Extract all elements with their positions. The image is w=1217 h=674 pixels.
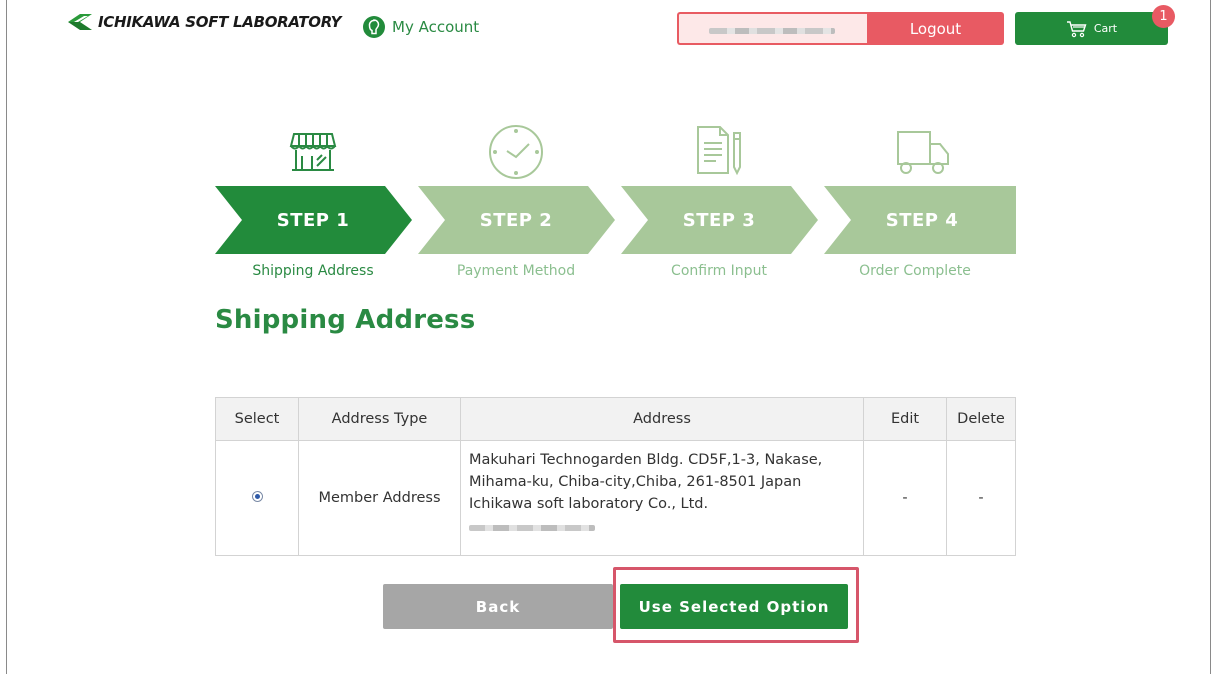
truck-icon (886, 120, 958, 184)
step-3-title: STEP 3 (682, 210, 756, 231)
logout-button[interactable]: Logout (867, 12, 1004, 45)
clock-icon (480, 120, 552, 184)
address-line-1: Makuhari Technogarden Bldg. CD5F,1-3, Na… (469, 452, 823, 468)
back-button[interactable]: Back (383, 584, 613, 629)
my-account-label: My Account (392, 18, 480, 36)
address-line-3: Ichikawa soft laboratory Co., Ltd. (469, 496, 709, 512)
account-icon (363, 16, 385, 38)
col-header-edit: Edit (863, 397, 947, 441)
blurred-phone (469, 525, 595, 531)
cart-icon (1066, 20, 1087, 37)
col-header-delete: Delete (946, 397, 1016, 441)
address-table: Select Address Type Address Edit Delete … (215, 397, 1016, 556)
step-3-label: Confirm Input (671, 263, 767, 279)
page-frame (6, 0, 1211, 674)
blurred-user-name (709, 28, 835, 34)
document-pen-icon (683, 120, 755, 184)
table-row: Member Address Makuhari Technogarden Bld… (215, 440, 1016, 556)
edit-cell: - (863, 440, 947, 556)
col-header-select: Select (215, 397, 299, 441)
step-4-title: STEP 4 (885, 210, 959, 231)
step-4-label: Order Complete (859, 263, 971, 279)
cart-label: Cart (1093, 22, 1118, 35)
storefront-icon (277, 120, 349, 184)
cart-count-badge: 1 (1152, 5, 1175, 28)
select-cell (215, 440, 299, 556)
step-2-label: Payment Method (456, 263, 576, 279)
table-header-row: Select Address Type Address Edit Delete (215, 397, 1016, 441)
logo-icon (68, 14, 92, 30)
my-account-link[interactable]: My Account (362, 15, 479, 39)
delete-cell: - (946, 440, 1016, 556)
brand-logo[interactable]: ICHIKAWA SOFT LABORATORY (66, 12, 341, 32)
address-cell: Makuhari Technogarden Bldg. CD5F,1-3, Na… (460, 440, 864, 556)
address-line-2: Mihama-ku, Chiba-city,Chiba, 261-8501 Ja… (469, 474, 802, 490)
step-2-title: STEP 2 (479, 210, 553, 231)
col-header-address: Address (460, 397, 864, 441)
step-1-label: Shipping Address (252, 263, 374, 279)
address-type-cell: Member Address (298, 440, 461, 556)
user-name-display (677, 12, 867, 45)
address-radio-button[interactable] (251, 491, 263, 502)
use-selected-option-button[interactable]: Use Selected Option (620, 584, 848, 629)
col-header-address-type: Address Type (298, 397, 461, 441)
page-title: Shipping Address (215, 305, 476, 335)
step-1-title: STEP 1 (276, 210, 350, 231)
cart-button[interactable]: Cart (1015, 12, 1168, 45)
brand-name: ICHIKAWA SOFT LABORATORY (98, 13, 342, 31)
